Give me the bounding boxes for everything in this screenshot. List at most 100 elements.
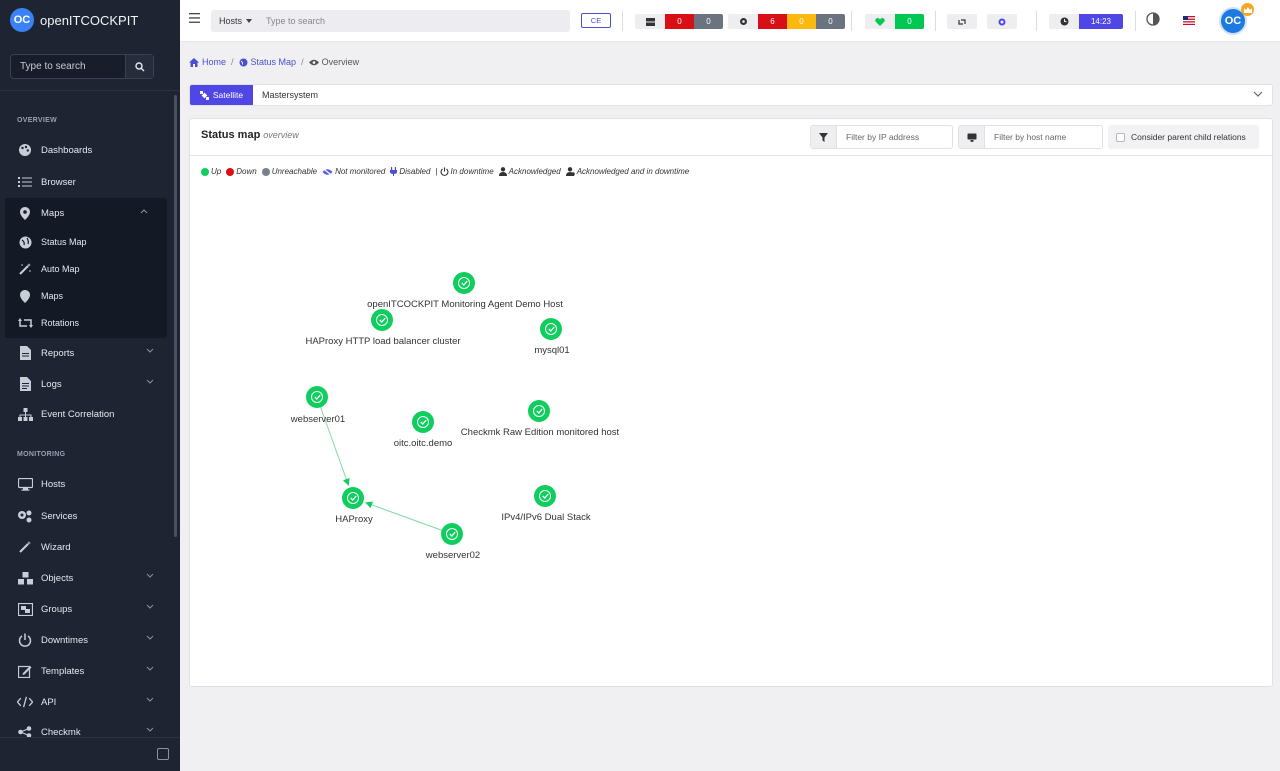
host-node-label[interactable]: mysql01 <box>534 345 569 356</box>
sidebar-item-label: Status Map <box>41 237 87 247</box>
sidebar-subitem-maps[interactable]: Maps <box>5 284 167 308</box>
service-status-summary[interactable]: 6 0 0 <box>728 14 845 29</box>
server-time[interactable]: 14:23 <box>1049 14 1123 29</box>
retweet-icon <box>17 315 33 331</box>
filter-hostname-input[interactable] <box>985 132 1095 142</box>
check-icon <box>376 314 388 326</box>
parent-child-checkbox[interactable]: Consider parent child relations <box>1108 125 1259 149</box>
panel-subtitle: overview <box>263 130 299 140</box>
host-down-count[interactable]: 0 <box>665 14 694 29</box>
chevron-down-icon[interactable] <box>1253 91 1263 97</box>
sidebar-item-reports[interactable]: Reports <box>0 340 168 366</box>
sidebar-item-groups[interactable]: Groups <box>0 596 168 622</box>
host-node-label[interactable]: openITCOCKPIT Monitoring Agent Demo Host <box>367 299 563 310</box>
sitemap-icon <box>17 406 33 422</box>
host-node[interactable] <box>534 485 556 507</box>
satellite-selector[interactable]: Satellite Mastersystem <box>189 84 1273 106</box>
filter-ip-input[interactable] <box>837 132 947 142</box>
sidebar-subitem-rotations[interactable]: Rotations <box>5 311 167 335</box>
retweet-icon <box>947 14 977 29</box>
divider <box>935 11 936 31</box>
host-node-label[interactable]: HAProxy <box>335 514 372 525</box>
host-node-label[interactable]: webserver01 <box>291 414 345 425</box>
clock-icon <box>1049 14 1079 29</box>
hamburger-menu-icon[interactable] <box>189 13 200 23</box>
breadcrumb-current-label: Overview <box>321 57 360 67</box>
cubes-icon <box>17 570 33 586</box>
check-icon <box>458 277 470 289</box>
breadcrumb-current: Overview <box>308 57 360 67</box>
sidebar-item-logs[interactable]: Logs <box>0 371 168 397</box>
map-marker-icon <box>17 205 33 221</box>
sidebar-item-label: Groups <box>41 603 73 615</box>
heartbeat-count[interactable]: 0 <box>895 14 924 29</box>
server-time-value: 14:23 <box>1079 14 1123 29</box>
host-node[interactable] <box>540 318 562 340</box>
breadcrumb-home[interactable]: Home <box>189 57 226 67</box>
push-notification-button[interactable] <box>987 14 1017 29</box>
sidebar-item-templates[interactable]: Templates <box>0 658 168 684</box>
service-unknown-count[interactable]: 0 <box>816 14 845 29</box>
brand[interactable]: OC openITCOCKPIT <box>0 0 180 40</box>
search-scope-dropdown[interactable]: Hosts <box>211 16 260 26</box>
host-node[interactable] <box>306 386 328 408</box>
host-node[interactable] <box>371 309 393 331</box>
host-node[interactable] <box>528 400 550 422</box>
sidebar-item-api[interactable]: API <box>0 689 168 715</box>
breadcrumb-separator: / <box>301 57 304 67</box>
sidebar-item-label: Objects <box>41 572 74 584</box>
sidebar-item-label: Templates <box>41 665 85 677</box>
sidebar-subitem-auto-map[interactable]: Auto Map <box>5 257 167 281</box>
host-node[interactable] <box>453 272 475 294</box>
global-search-input[interactable] <box>260 16 521 26</box>
checkbox[interactable] <box>1116 132 1125 142</box>
satellite-button[interactable]: Satellite <box>190 85 253 105</box>
sidebar-item-services[interactable]: Services <box>0 503 168 529</box>
host-node-label[interactable]: IPv4/IPv6 Dual Stack <box>501 512 590 523</box>
heartbeat-summary[interactable]: 0 <box>865 14 924 29</box>
host-node[interactable] <box>412 411 434 433</box>
sidebar-subitem-status-map[interactable]: Status Map <box>5 230 167 254</box>
sidebar-item-maps[interactable]: Maps <box>0 200 162 226</box>
chevron-down-icon <box>146 379 154 384</box>
chevron-down-icon <box>146 348 154 353</box>
breadcrumb-status-map[interactable]: Status Map <box>239 57 296 67</box>
theme-toggle-icon[interactable] <box>1146 12 1160 26</box>
edition-badge: CE <box>581 13 611 28</box>
sidebar-item-objects[interactable]: Objects <box>0 565 168 591</box>
sidebar-item-label: Maps <box>41 207 65 219</box>
sidebar-item-dashboards[interactable]: Dashboards <box>0 137 168 163</box>
server-icon <box>635 14 665 29</box>
satellite-selected-value[interactable]: Mastersystem <box>262 90 318 100</box>
collapse-sidebar-icon[interactable] <box>157 748 169 760</box>
chevron-down-icon <box>146 666 154 671</box>
host-node-label[interactable]: Checkmk Raw Edition monitored host <box>461 427 619 438</box>
sidebar-item-label: Rotations <box>41 318 80 328</box>
host-node[interactable] <box>342 487 364 509</box>
host-node[interactable] <box>441 523 463 545</box>
sidebar-search-button[interactable] <box>125 55 153 78</box>
service-warning-count[interactable]: 0 <box>787 14 816 29</box>
host-unreachable-count[interactable]: 0 <box>694 14 723 29</box>
sidebar-scrollbar[interactable] <box>174 95 177 537</box>
host-node-label[interactable]: webserver02 <box>426 550 480 561</box>
section-overview: OVERVIEW <box>17 117 58 124</box>
chevron-up-icon <box>140 209 148 214</box>
check-icon <box>539 490 551 502</box>
host-status-summary[interactable]: 0 0 <box>635 14 723 29</box>
status-map-canvas[interactable]: openITCOCKPIT Monitoring Agent Demo Host… <box>190 157 1272 687</box>
sidebar-item-wizard[interactable]: Wizard <box>0 534 168 560</box>
sidebar-item-label: Dashboards <box>41 144 93 156</box>
service-critical-count[interactable]: 6 <box>758 14 787 29</box>
sidebar-item-browser[interactable]: Browser <box>0 169 168 195</box>
sidebar-footer <box>0 737 180 771</box>
sidebar-item-downtimes[interactable]: Downtimes <box>0 627 168 653</box>
sidebar-item-event-correlation[interactable]: Event Correlation <box>0 401 168 427</box>
host-node-label[interactable]: oitc.oitc.demo <box>394 438 453 449</box>
rotation-button[interactable] <box>947 14 977 29</box>
us-flag-icon[interactable] <box>1183 16 1195 25</box>
host-node-label[interactable]: HAProxy HTTP load balancer cluster <box>305 336 460 347</box>
sidebar-search-input[interactable] <box>11 61 125 72</box>
sidebar-item-hosts[interactable]: Hosts <box>0 471 168 497</box>
sidebar: OC openITCOCKPIT OVERVIEW Dashboards Bro… <box>0 0 180 771</box>
